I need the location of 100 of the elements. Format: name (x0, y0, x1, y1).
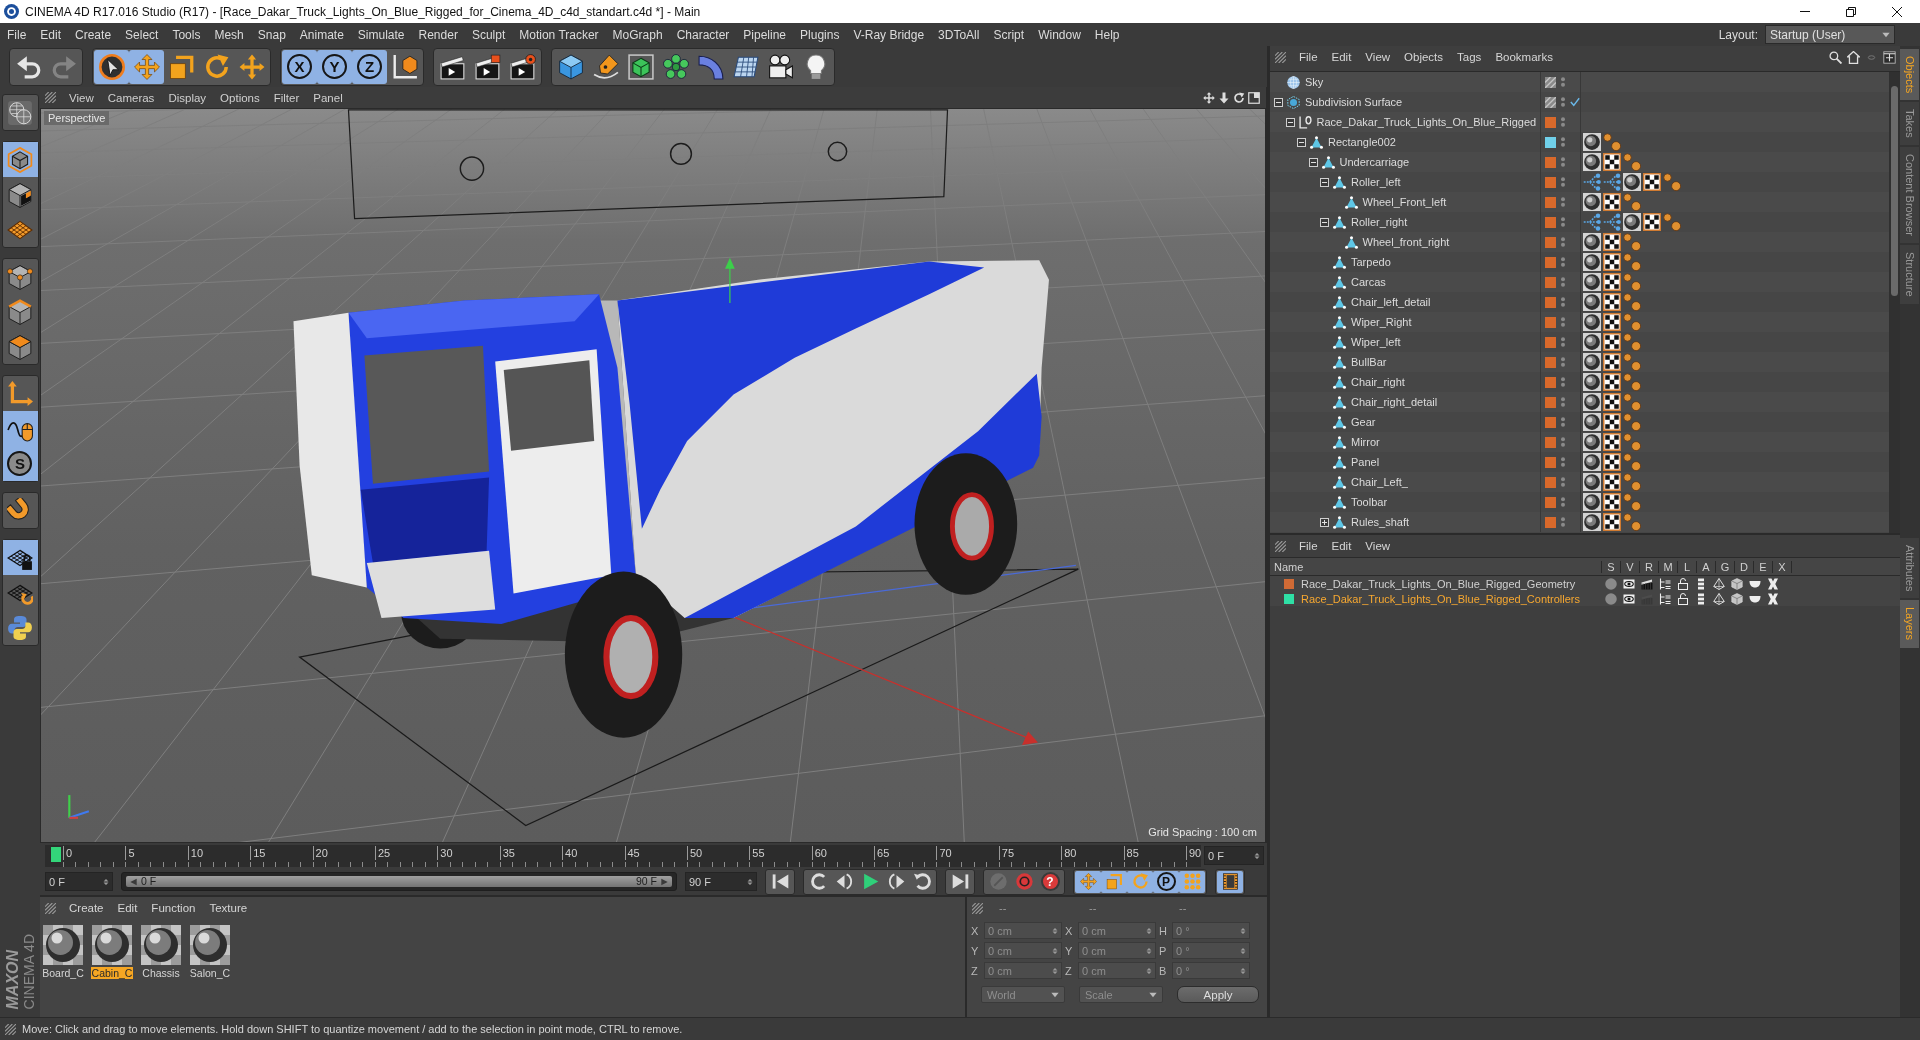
menu-item[interactable]: Mesh (207, 25, 251, 44)
points-tag-icon[interactable] (1623, 413, 1641, 431)
material-tag-icon[interactable] (1583, 433, 1601, 451)
layer-color-swatch[interactable] (1545, 116, 1556, 128)
x-knot-icon[interactable] (1767, 592, 1779, 605)
spinner-arrows-icon[interactable] (1254, 850, 1260, 861)
checker-tag-icon[interactable] (1603, 193, 1621, 211)
eye-icon[interactable] (1623, 592, 1635, 605)
layer-color-swatch[interactable] (1545, 336, 1556, 348)
end-frame-field[interactable]: 90 F (685, 872, 757, 891)
dolly-arrow-icon[interactable] (1218, 91, 1230, 104)
x-knot-icon[interactable] (1767, 577, 1779, 590)
layer-color-swatch[interactable] (1545, 396, 1556, 408)
layer-color-swatch[interactable] (1284, 593, 1294, 604)
menu-item[interactable]: View (1358, 49, 1398, 65)
layer-color-swatch[interactable] (1545, 176, 1556, 188)
material-tag-icon[interactable] (1583, 473, 1601, 491)
side-tab[interactable]: Objects (1900, 49, 1919, 101)
object-row[interactable]: Chair_Left_ (1270, 472, 1889, 492)
pyramid-icon[interactable] (1713, 577, 1725, 590)
spinner-arrows-icon[interactable] (1052, 945, 1058, 956)
material-item[interactable]: Salon_C (190, 925, 230, 979)
menu-item[interactable]: Help (1087, 25, 1127, 44)
menu-item[interactable]: Snap (250, 25, 293, 44)
checker-tag-icon[interactable] (1603, 413, 1621, 431)
menu-item[interactable]: Bookmarks (1488, 49, 1560, 65)
menu-item[interactable]: Pipeline (736, 25, 794, 44)
solo-dot-icon[interactable] (1605, 577, 1617, 590)
menu-item[interactable]: Simulate (350, 25, 412, 44)
expander-icon[interactable] (1320, 177, 1329, 187)
menu-item[interactable]: Tags (1450, 49, 1489, 65)
orbit-icon[interactable] (1233, 91, 1245, 104)
checker-tag-icon[interactable] (1603, 453, 1621, 471)
side-tab[interactable]: Attributes (1900, 538, 1919, 599)
checker-tag-icon[interactable] (1603, 353, 1621, 371)
menu-item[interactable]: Sculpt (464, 25, 513, 44)
checker-tag-icon[interactable] (1643, 213, 1661, 231)
spinner-arrows-icon[interactable] (1240, 945, 1246, 956)
spinner-arrows-icon[interactable] (1240, 965, 1246, 976)
visibility-dots-icon[interactable] (1561, 136, 1565, 148)
material-tag-icon[interactable] (1623, 173, 1641, 191)
tool-button[interactable]: S (2, 446, 38, 481)
current-frame-field[interactable]: 0 F (1204, 846, 1264, 865)
material-tag-icon[interactable] (1583, 333, 1601, 351)
visibility-dots-icon[interactable] (1561, 76, 1565, 88)
material-tag-icon[interactable] (1583, 153, 1601, 171)
expander-icon[interactable] (1320, 517, 1329, 527)
pyramid-icon[interactable] (1713, 592, 1725, 605)
menu-item[interactable]: Window (1031, 25, 1088, 44)
material-tag-icon[interactable] (1583, 393, 1601, 411)
node-tree-icon[interactable] (1603, 173, 1621, 191)
visibility-dots-icon[interactable] (1561, 116, 1565, 128)
menu-item[interactable]: 3DToAll (931, 25, 987, 44)
checker-tag-icon[interactable] (1603, 333, 1621, 351)
layer-color-swatch[interactable] (1545, 256, 1556, 268)
spinner-arrows-icon[interactable] (1052, 925, 1058, 936)
scrollbar-thumb[interactable] (1891, 86, 1898, 296)
object-row[interactable]: Mirror (1270, 432, 1889, 452)
menu-item[interactable]: Create (68, 25, 119, 44)
checker-tag-icon[interactable] (1603, 153, 1621, 171)
points-tag-icon[interactable] (1623, 233, 1641, 251)
spinner-arrows-icon[interactable] (1146, 965, 1152, 976)
points-tag-icon[interactable] (1623, 333, 1641, 351)
material-tag-icon[interactable] (1583, 313, 1601, 331)
points-tag-icon[interactable] (1603, 133, 1621, 151)
start-frame-field[interactable]: 0 F (45, 872, 113, 891)
viewport-menu-item[interactable]: Filter (266, 89, 307, 106)
points-tag-icon[interactable] (1623, 353, 1641, 371)
visibility-dots-icon[interactable] (1561, 156, 1565, 168)
material-tag-icon[interactable] (1583, 453, 1601, 471)
spinner-arrows-icon[interactable] (747, 876, 753, 887)
material-tag-icon[interactable] (1583, 273, 1601, 291)
search-icon[interactable] (1829, 50, 1842, 64)
range-left-arrow-icon[interactable] (130, 877, 137, 886)
menu-item[interactable]: Select (118, 25, 166, 44)
frame-range-bar[interactable]: 0 F 90 F (126, 876, 672, 887)
object-row[interactable]: Chair_right_detail (1270, 392, 1889, 412)
clapperboard-icon[interactable] (1641, 577, 1653, 590)
visibility-dots-icon[interactable] (1561, 516, 1565, 528)
points-tag-icon[interactable] (1623, 393, 1641, 411)
object-row[interactable]: Wheel_Front_left (1270, 192, 1889, 212)
points-tag-icon[interactable] (1623, 153, 1641, 171)
visibility-dots-icon[interactable] (1561, 216, 1565, 228)
layer-color-swatch[interactable] (1545, 276, 1556, 288)
points-tag-icon[interactable] (1623, 373, 1641, 391)
menu-item[interactable]: V-Ray Bridge (846, 25, 932, 44)
checker-tag-icon[interactable] (1603, 253, 1621, 271)
visibility-dots-icon[interactable] (1561, 296, 1565, 308)
spinner-arrows-icon[interactable] (1146, 925, 1152, 936)
visibility-dots-icon[interactable] (1561, 496, 1565, 508)
menu-item[interactable]: View (1358, 538, 1398, 554)
viewport-menu-item[interactable]: Panel (306, 89, 350, 106)
material-tag-icon[interactable] (1583, 513, 1601, 531)
object-row[interactable]: Wiper_Right (1270, 312, 1889, 332)
tool-button[interactable] (2, 142, 38, 177)
layer-color-swatch[interactable] (1545, 196, 1556, 208)
panel-toggle-icon[interactable] (1248, 91, 1260, 104)
visibility-dots-icon[interactable] (1561, 316, 1565, 328)
frame-range-track[interactable]: 0 F 90 F (121, 872, 677, 891)
expander-icon[interactable] (1297, 137, 1306, 147)
